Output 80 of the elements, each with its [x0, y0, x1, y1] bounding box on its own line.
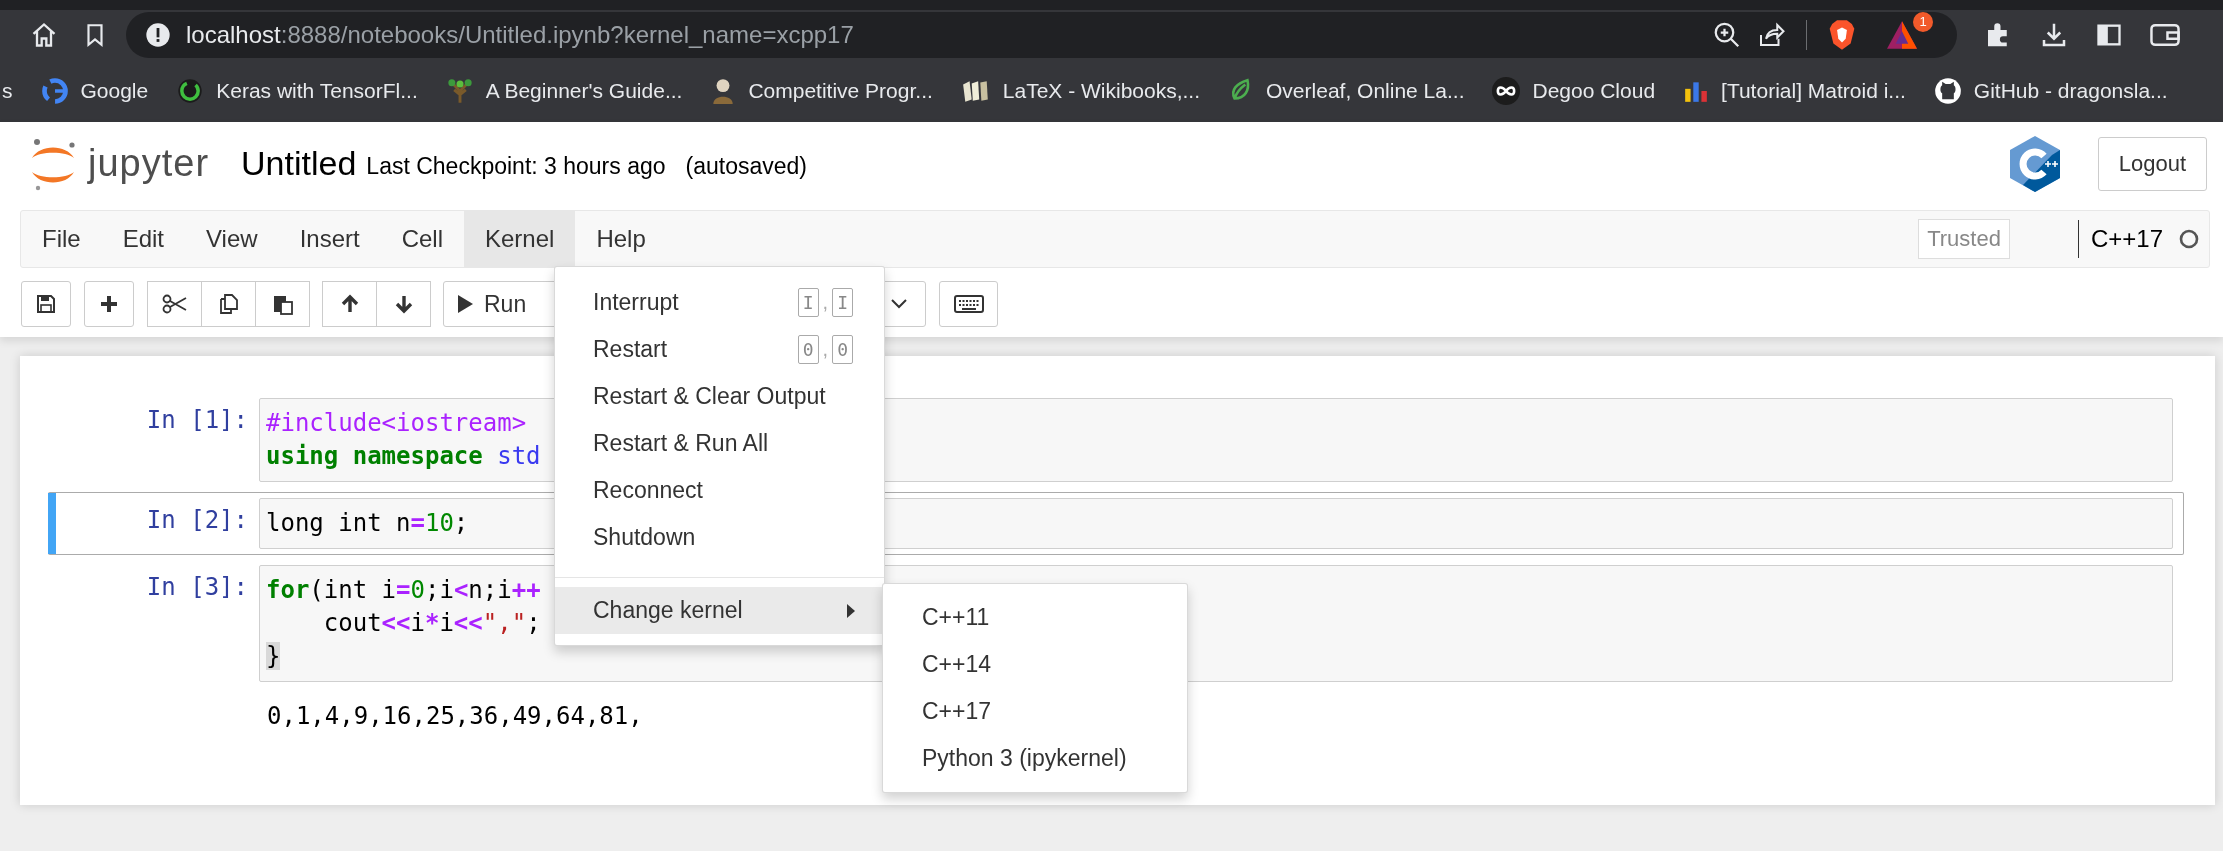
arrow-up-icon [339, 294, 360, 314]
code-line: long int n=10; [266, 508, 469, 539]
keyboard-icon [953, 295, 984, 313]
move-up-button[interactable] [322, 281, 377, 327]
menu-tab[interactable]: File [21, 211, 102, 267]
copy-button[interactable] [201, 281, 256, 327]
trusted-badge[interactable]: Trusted [1918, 219, 2010, 259]
plus-icon [99, 294, 119, 314]
paste-icon [271, 293, 294, 315]
code-line: using namespace std [266, 441, 541, 472]
shield-icon[interactable] [1827, 19, 1857, 51]
menu-tab[interactable]: Kernel [464, 211, 576, 267]
bookmark-link[interactable]: LaTeX - Wikibooks,... [960, 78, 1201, 104]
shortcut-key: 0 [832, 335, 853, 364]
books-icon [960, 78, 991, 104]
home-icon[interactable] [30, 21, 58, 49]
output-text: 0,1,4,9,16,25,36,49,64,81, [267, 702, 643, 730]
arrow-down-icon [393, 294, 414, 314]
key-separator: , [822, 291, 829, 314]
save-button[interactable] [21, 281, 71, 327]
key-separator: , [822, 338, 829, 361]
caret-icon [846, 602, 856, 619]
move-down-button[interactable] [376, 281, 431, 327]
menu-item[interactable]: Restart 0 , 0 [555, 326, 884, 373]
tree-icon [445, 77, 474, 105]
cell-prompt: In [1]: [145, 405, 249, 436]
bookmark-link[interactable]: Degoo Cloud [1492, 77, 1656, 105]
address-bar[interactable]: localhost:8888/notebooks/Untitled.ipynb?kernel_name=xcpp17 1 [126, 12, 1957, 58]
menu-item[interactable]: Change kernel [555, 587, 884, 634]
cell-prompt: In [3]: [145, 572, 249, 603]
cut-button[interactable] [147, 281, 202, 327]
zoom-icon[interactable] [1712, 20, 1742, 50]
bookmark-link[interactable]: Competitive Progr... [710, 77, 933, 105]
bookmark-link[interactable]: [Tutorial] Matroid i... [1683, 78, 1906, 104]
code-line: for(int i=0;i<n;i++ [266, 575, 541, 606]
bookmark-link[interactable]: Keras with TensorFl... [176, 77, 418, 105]
checkpoint-text: Last Checkpoint: 3 hours ago [366, 153, 666, 180]
logo-text[interactable]: jupyter [88, 142, 210, 185]
notebook-title[interactable]: Untitled [241, 144, 357, 183]
bookmark-link[interactable]: A Beginner's Guide... [445, 77, 683, 105]
shortcut-key: I [832, 288, 853, 317]
menu-tab[interactable]: Edit [101, 211, 186, 267]
octocat-icon [1933, 77, 1962, 105]
hexagon-logo-icon [2007, 134, 2062, 193]
play-icon [456, 294, 474, 314]
keyboard-button[interactable] [939, 281, 998, 327]
bookmark-link[interactable]: GitHub - dragonsla... [1933, 77, 2168, 105]
logout-button[interactable]: Logout [2097, 136, 2207, 191]
g-logo-icon [40, 77, 69, 105]
menu-tab[interactable]: View [185, 211, 279, 267]
info-icon[interactable] [144, 21, 172, 49]
cell-prompt: In [2]: [145, 505, 249, 536]
menu-item[interactable]: C++11 [883, 594, 1187, 641]
menu-item[interactable]: Python 3 (ipykernel) [883, 735, 1187, 782]
wallet-icon[interactable] [2149, 21, 2181, 49]
triangle-icon[interactable] [1885, 20, 1919, 50]
shortcut-key: I [797, 288, 819, 317]
save-icon [36, 294, 56, 314]
bookmark-link[interactable]: s [2, 79, 13, 103]
menu-tab[interactable]: Cell [380, 211, 464, 267]
url-text: localhost:8888/notebooks/Untitled.ipynb?kernel_name=xcpp17 [186, 21, 854, 49]
ring-icon [176, 77, 205, 105]
bookmark-link[interactable]: Overleaf, Online La... [1228, 77, 1465, 105]
scissors-icon [161, 294, 188, 314]
shortcut-key: 0 [797, 335, 819, 364]
code-line: #include<iostream> [266, 408, 527, 439]
infinity-icon [1492, 77, 1521, 105]
menu-tab[interactable]: Insert [278, 211, 381, 267]
autosave-status: (autosaved) [685, 153, 807, 180]
chevron-down-icon [889, 297, 909, 311]
code-line: cout<<i*i<<","; [322, 608, 541, 639]
add-cell-button[interactable] [84, 281, 134, 327]
menu-item[interactable]: Restart & Run All [555, 420, 884, 467]
kernel-name[interactable]: C++17 [2090, 225, 2163, 253]
notification-badge: 1 [1913, 12, 1933, 32]
menu-item[interactable]: C++17 [883, 688, 1187, 735]
paste-button[interactable] [255, 281, 310, 327]
menu-tab[interactable]: Help [575, 211, 667, 267]
bookmark-link[interactable]: Google [40, 77, 149, 105]
copy-icon [217, 293, 240, 315]
